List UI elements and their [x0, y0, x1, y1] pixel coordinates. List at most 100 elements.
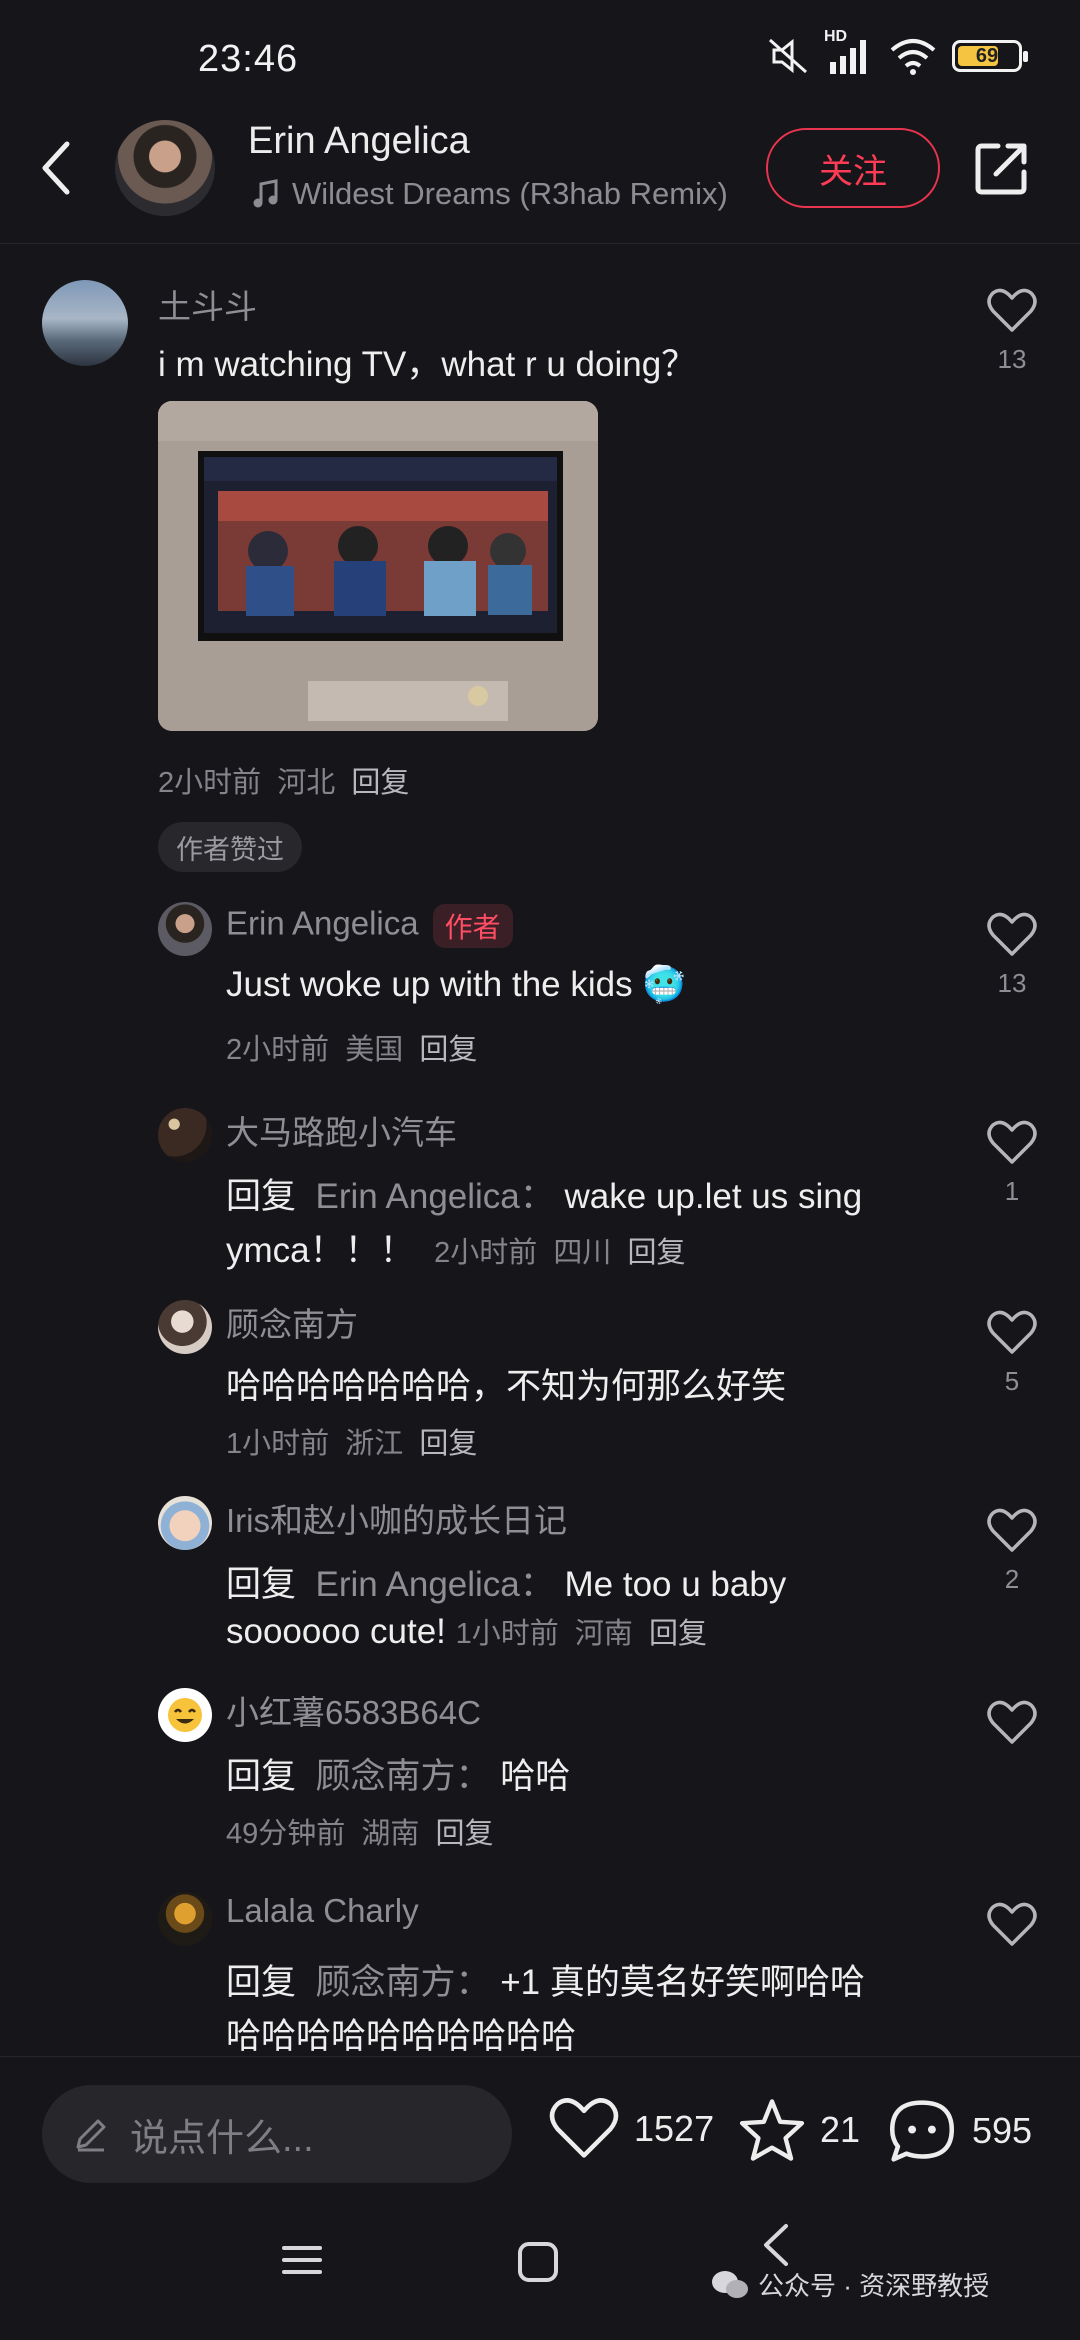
watermark-text: 公众号 · 资深野教授	[758, 2271, 990, 2301]
reply-button[interactable]: 回复	[436, 1818, 494, 1850]
comment-meta: 1小时前 浙江 回复	[226, 1420, 477, 1462]
like-count: 1	[1004, 1176, 1020, 1206]
menu-icon	[282, 2246, 322, 2274]
like-button[interactable]: 13	[977, 288, 1047, 375]
post-like-count: 1527	[634, 2108, 715, 2149]
reply-button[interactable]: 回复	[627, 1237, 685, 1269]
author-name[interactable]: Erin Angelica	[248, 120, 470, 163]
like-button[interactable]	[977, 1700, 1047, 1756]
like-button[interactable]	[977, 1902, 1047, 1958]
comment-username[interactable]: 大马路跑小汽车	[226, 1106, 457, 1154]
app-root: 23:46 HD 69 Erin Angelica Wildest Dreams…	[0, 0, 1080, 2340]
like-button[interactable]: 5	[977, 1310, 1047, 1397]
like-count: 13	[997, 968, 1027, 998]
comment-count: 595	[972, 2110, 1033, 2151]
reply-target[interactable]: 顾念南方：	[315, 1757, 490, 1796]
share-button[interactable]	[972, 138, 1032, 198]
comment-time: 49分钟前	[226, 1818, 346, 1850]
comment-text[interactable]: 回复 Erin Angelica： Me too u baby	[226, 1556, 786, 1607]
reply-button[interactable]: 回复	[419, 1034, 477, 1066]
author-avatar[interactable]	[115, 120, 215, 216]
collect-button[interactable]: 21	[738, 2097, 860, 2163]
comment-meta: 2小时前 四川 回复	[434, 1237, 685, 1269]
heart-icon	[987, 912, 1037, 956]
heart-icon	[987, 1902, 1037, 1946]
comment-button[interactable]: 595	[886, 2097, 1032, 2165]
menu-button[interactable]	[280, 2240, 324, 2285]
comment-meta: 1小时前 河南 回复	[456, 1618, 707, 1650]
like-post-button[interactable]: 1527	[548, 2097, 714, 2161]
comment-input[interactable]: 说点什么...	[42, 2085, 512, 2183]
home-square-icon	[518, 2242, 558, 2282]
chevron-left-icon	[764, 2224, 788, 2266]
comment-time: 2小时前	[158, 767, 262, 799]
comment-avatar[interactable]	[158, 1688, 212, 1742]
comment-location: 河南	[574, 1618, 633, 1650]
status-bar: 23:46 HD 69	[0, 0, 1080, 120]
like-button[interactable]: 13	[977, 912, 1047, 999]
comment-username[interactable]: 顾念南方	[226, 1298, 358, 1346]
chat-bubble-icon	[889, 2100, 955, 2162]
comment-time: 2小时前	[434, 1237, 538, 1269]
comment-avatar[interactable]	[42, 280, 128, 366]
comment-avatar[interactable]	[158, 1892, 212, 1946]
heart-icon	[987, 1310, 1037, 1354]
song-title: Wildest Dreams (R3hab Remix)	[292, 176, 728, 211]
post-header: Erin Angelica Wildest Dreams (R3hab Remi…	[0, 120, 1080, 244]
back-button[interactable]	[30, 136, 84, 200]
comment-username[interactable]: 小红薯6583B64C	[226, 1686, 481, 1734]
reply-button[interactable]: 回复	[419, 1428, 477, 1460]
comment-location: 湖南	[361, 1818, 420, 1850]
comment-avatar[interactable]	[158, 1108, 212, 1162]
reply-prefix: 回复	[226, 1177, 297, 1216]
pencil-icon	[76, 2119, 106, 2152]
comment-avatar[interactable]	[158, 902, 212, 956]
wifi-icon	[888, 36, 938, 76]
follow-button[interactable]: 关注	[766, 128, 940, 208]
comment-username[interactable]: Iris和赵小咖的成长日记	[226, 1494, 567, 1542]
comment-meta: 49分钟前 湖南 回复	[226, 1810, 494, 1852]
heart-icon	[987, 1700, 1037, 1744]
like-button[interactable]: 2	[977, 1508, 1047, 1595]
like-button[interactable]: 1	[977, 1120, 1047, 1207]
heart-icon	[549, 2098, 619, 2158]
author-name-label: Erin Angelica	[226, 904, 419, 942]
comment-text[interactable]: Just woke up with the kids 🥶	[226, 964, 686, 1005]
heart-icon	[987, 1120, 1037, 1164]
reply-target[interactable]: 顾念南方：	[315, 1963, 490, 2002]
star-icon	[739, 2099, 805, 2161]
author-liked-badge: 作者赞过	[158, 822, 302, 872]
heart-icon	[987, 288, 1037, 332]
reply-prefix: 回复	[226, 1565, 297, 1604]
comment-image[interactable]	[158, 401, 598, 731]
comment-text[interactable]: 哈哈哈哈哈哈哈，不知为何那么好笑	[226, 1358, 786, 1409]
comment-input-placeholder: 说点什么...	[130, 2117, 314, 2160]
signal-icon: HD	[824, 28, 874, 76]
comment-avatar[interactable]	[158, 1300, 212, 1354]
comment-text[interactable]: i m watching TV，what r u doing？	[158, 336, 696, 387]
bottom-action-bar: 说点什么... 1527 21 595	[0, 2056, 1080, 2196]
comment-username[interactable]: 土斗斗	[158, 280, 257, 328]
reply-target[interactable]: Erin Angelica：	[315, 1177, 554, 1216]
comment-text[interactable]: 回复 顾念南方： 哈哈	[226, 1748, 570, 1799]
comment-text[interactable]: 回复 Erin Angelica： wake up.let us sing	[226, 1168, 862, 1219]
reply-button[interactable]: 回复	[649, 1618, 707, 1650]
comment-username[interactable]: Erin Angelica 作者	[226, 904, 513, 948]
emoji-avatar-icon	[168, 1698, 202, 1732]
comment-username[interactable]: Lalala Charly	[226, 1892, 419, 1930]
watermark: 公众号 · 资深野教授	[710, 2266, 989, 2303]
comment-list: 土斗斗 i m watching TV，what r u doing？ 2小时前…	[0, 244, 1080, 2056]
home-button[interactable]	[516, 2240, 560, 2289]
comment-text[interactable]: 回复 顾念南方： +1 真的莫名好笑啊哈哈	[226, 1954, 865, 2005]
comment-text-line1: wake up.let us sing	[564, 1177, 863, 1216]
comment-avatar[interactable]	[158, 1496, 212, 1550]
reply-button[interactable]: 回复	[351, 767, 409, 799]
comment-text-line2: ymca！！！	[226, 1231, 415, 1270]
song-link[interactable]: Wildest Dreams (R3hab Remix)	[252, 176, 728, 212]
like-count: 5	[1004, 1366, 1020, 1396]
comment-text-line1: Me too u baby	[564, 1565, 787, 1604]
reply-target[interactable]: Erin Angelica：	[315, 1565, 554, 1604]
status-time: 23:46	[198, 38, 299, 80]
comment-text-cont: 哈哈哈哈哈哈哈哈哈哈	[226, 2017, 577, 2056]
battery-level: 69	[975, 44, 999, 67]
